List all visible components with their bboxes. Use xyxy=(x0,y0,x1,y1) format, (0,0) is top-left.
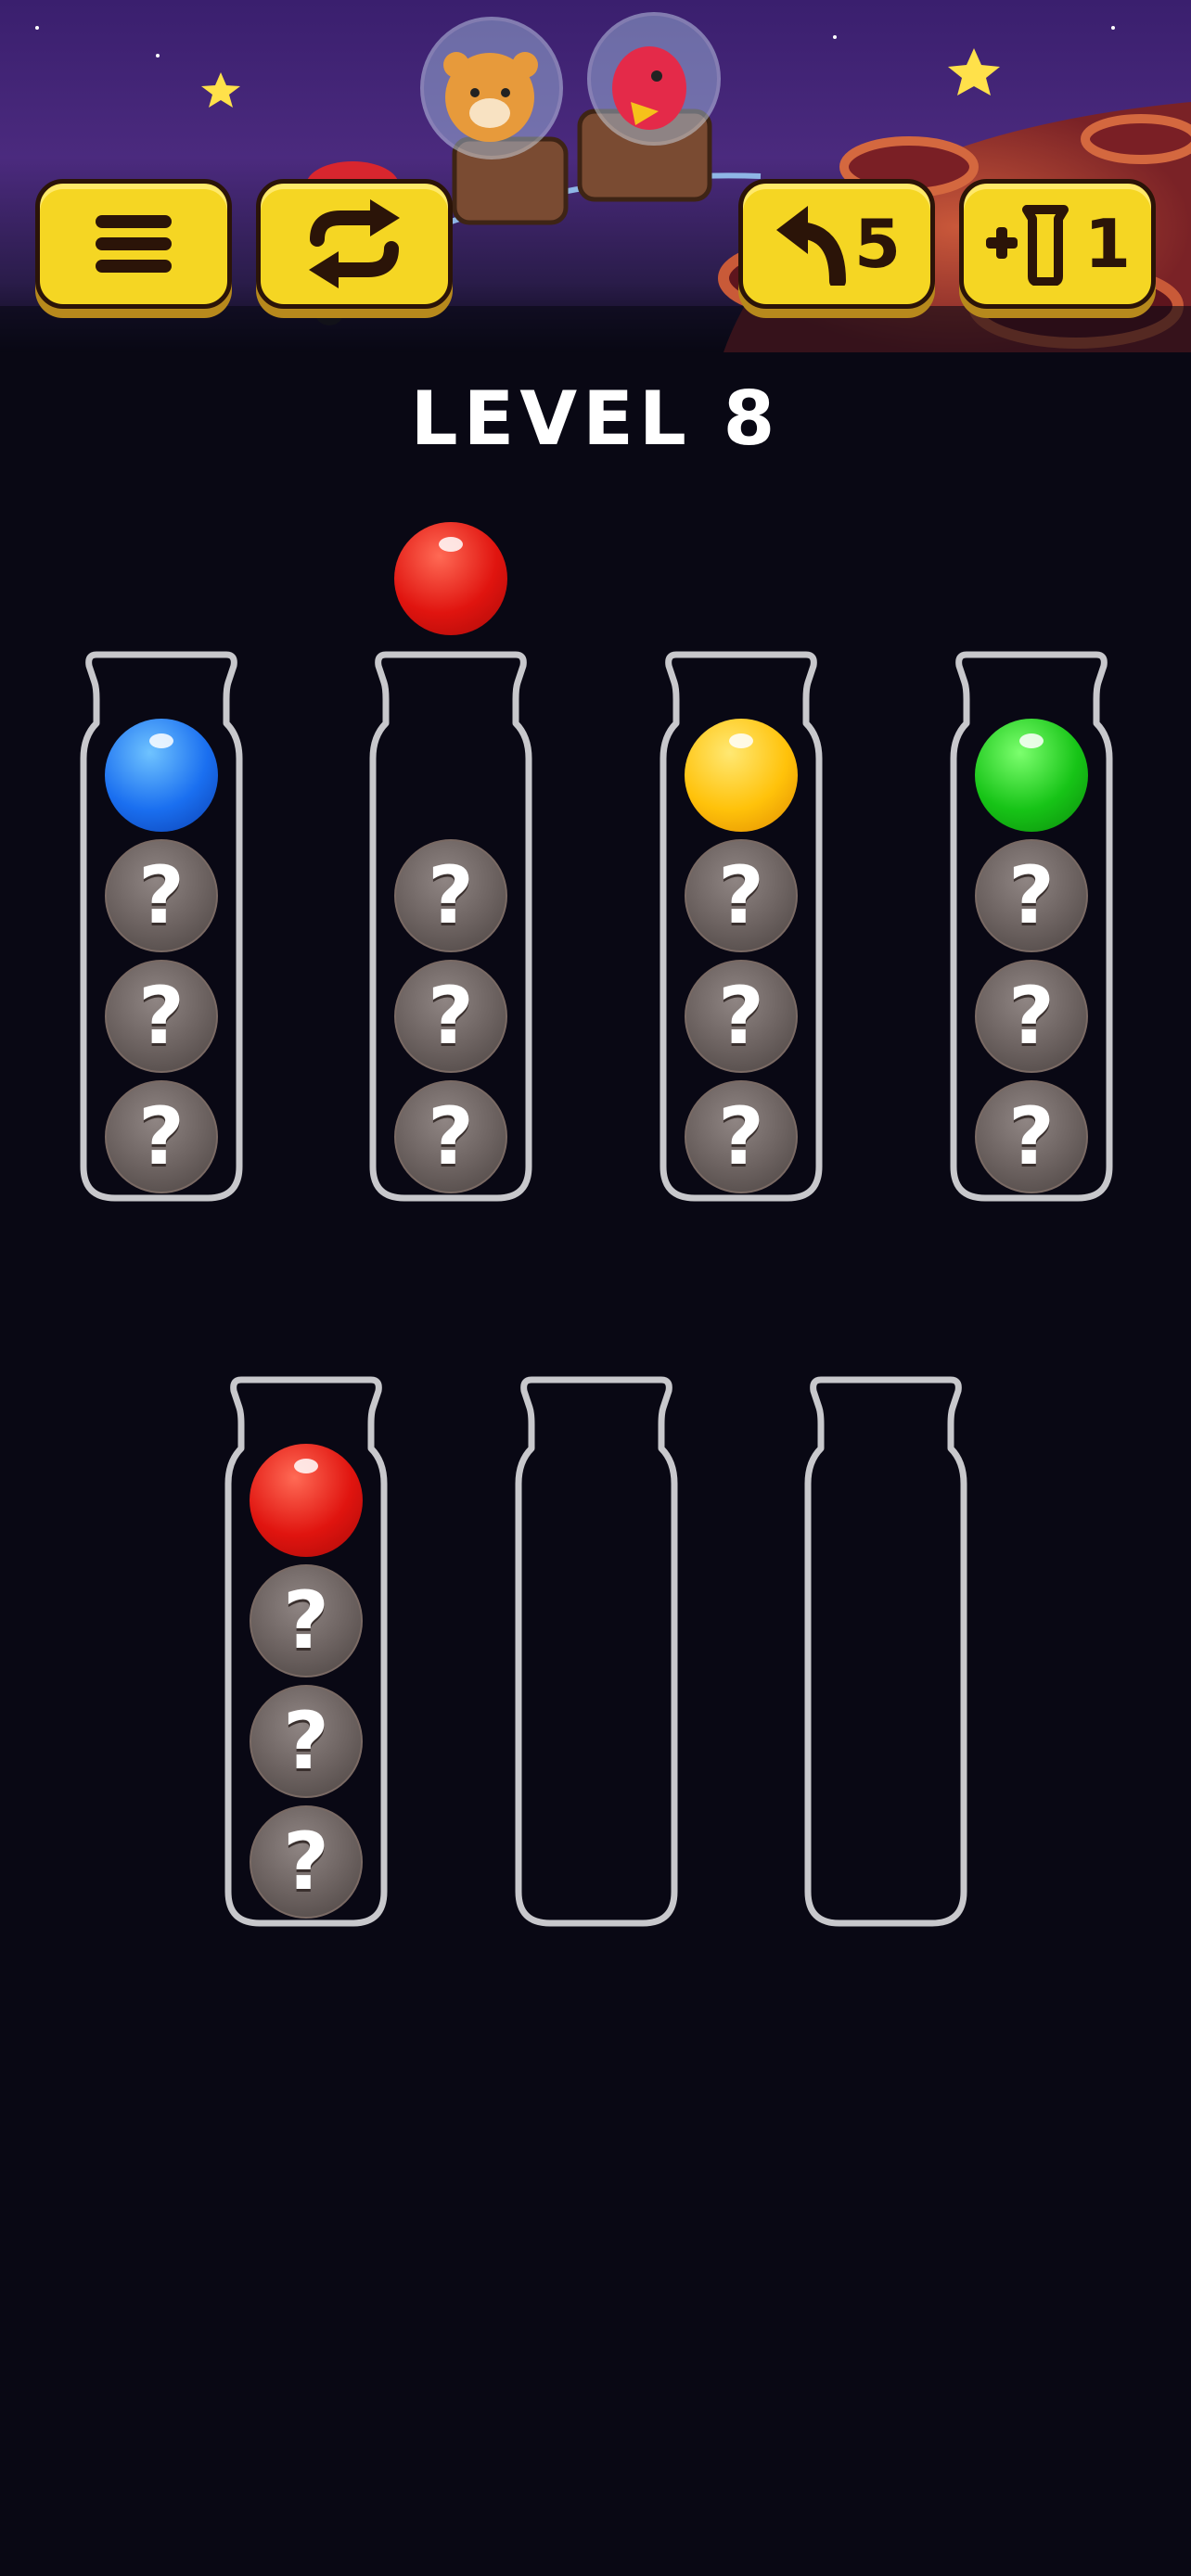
hamburger-menu-icon xyxy=(96,215,172,273)
question-mark-icon: ? xyxy=(1008,1090,1055,1183)
question-mark-icon: ? xyxy=(1008,849,1055,942)
question-mark-icon: ? xyxy=(718,849,764,942)
add-tube-count: 1 xyxy=(1083,205,1132,283)
tube-7[interactable] xyxy=(799,1372,973,1929)
hidden-ball: ? xyxy=(975,1080,1088,1193)
green-ball xyxy=(975,719,1088,832)
question-mark-icon: ? xyxy=(138,1090,185,1183)
tube-5[interactable]: ??? xyxy=(219,1372,393,1929)
ball-highlight xyxy=(439,537,463,552)
hidden-ball: ? xyxy=(250,1564,363,1677)
yellow-ball xyxy=(685,719,798,832)
undo-arrow-icon xyxy=(775,206,846,286)
add-tube-button[interactable]: 1 xyxy=(959,179,1156,309)
question-mark-icon: ? xyxy=(718,1090,764,1183)
ball-highlight xyxy=(149,733,173,748)
hidden-ball: ? xyxy=(250,1805,363,1919)
hidden-ball: ? xyxy=(394,1080,507,1193)
hidden-ball: ? xyxy=(105,960,218,1073)
hidden-ball: ? xyxy=(685,1080,798,1193)
tube-outline xyxy=(804,1376,967,1927)
tube-6[interactable] xyxy=(509,1372,684,1929)
level-title: LEVEL 8 xyxy=(410,376,781,462)
question-mark-icon: ? xyxy=(138,849,185,942)
tube-2[interactable]: ??? xyxy=(364,647,538,1204)
tube-1[interactable]: ??? xyxy=(74,647,249,1204)
ball-highlight xyxy=(1019,733,1044,748)
question-mark-icon: ? xyxy=(1008,970,1055,1063)
hidden-ball: ? xyxy=(394,960,507,1073)
undo-button[interactable]: 5 xyxy=(738,179,935,309)
red-ball xyxy=(250,1444,363,1557)
menu-button[interactable] xyxy=(35,179,232,309)
question-mark-icon: ? xyxy=(283,1816,329,1908)
hidden-ball: ? xyxy=(975,839,1088,952)
ball-highlight xyxy=(729,733,753,748)
tube-4[interactable]: ??? xyxy=(944,647,1119,1204)
add-tube-icon xyxy=(985,205,1069,286)
question-mark-icon: ? xyxy=(718,970,764,1063)
blue-ball xyxy=(105,719,218,832)
undo-count: 5 xyxy=(853,205,902,283)
question-mark-icon: ? xyxy=(428,849,474,942)
question-mark-icon: ? xyxy=(138,970,185,1063)
hidden-ball: ? xyxy=(685,839,798,952)
hidden-ball: ? xyxy=(105,1080,218,1193)
question-mark-icon: ? xyxy=(428,970,474,1063)
hidden-ball: ? xyxy=(105,839,218,952)
selected-red-ball xyxy=(394,522,507,635)
hidden-ball: ? xyxy=(250,1685,363,1798)
question-mark-icon: ? xyxy=(283,1695,329,1788)
ball-highlight xyxy=(294,1459,318,1473)
hidden-ball: ? xyxy=(685,960,798,1073)
hidden-ball: ? xyxy=(394,839,507,952)
hidden-ball: ? xyxy=(975,960,1088,1073)
question-mark-icon: ? xyxy=(283,1575,329,1667)
tube-3[interactable]: ??? xyxy=(654,647,828,1204)
restart-button[interactable] xyxy=(256,179,453,309)
question-mark-icon: ? xyxy=(428,1090,474,1183)
tube-outline xyxy=(515,1376,678,1927)
restart-arrows-icon xyxy=(309,199,400,288)
